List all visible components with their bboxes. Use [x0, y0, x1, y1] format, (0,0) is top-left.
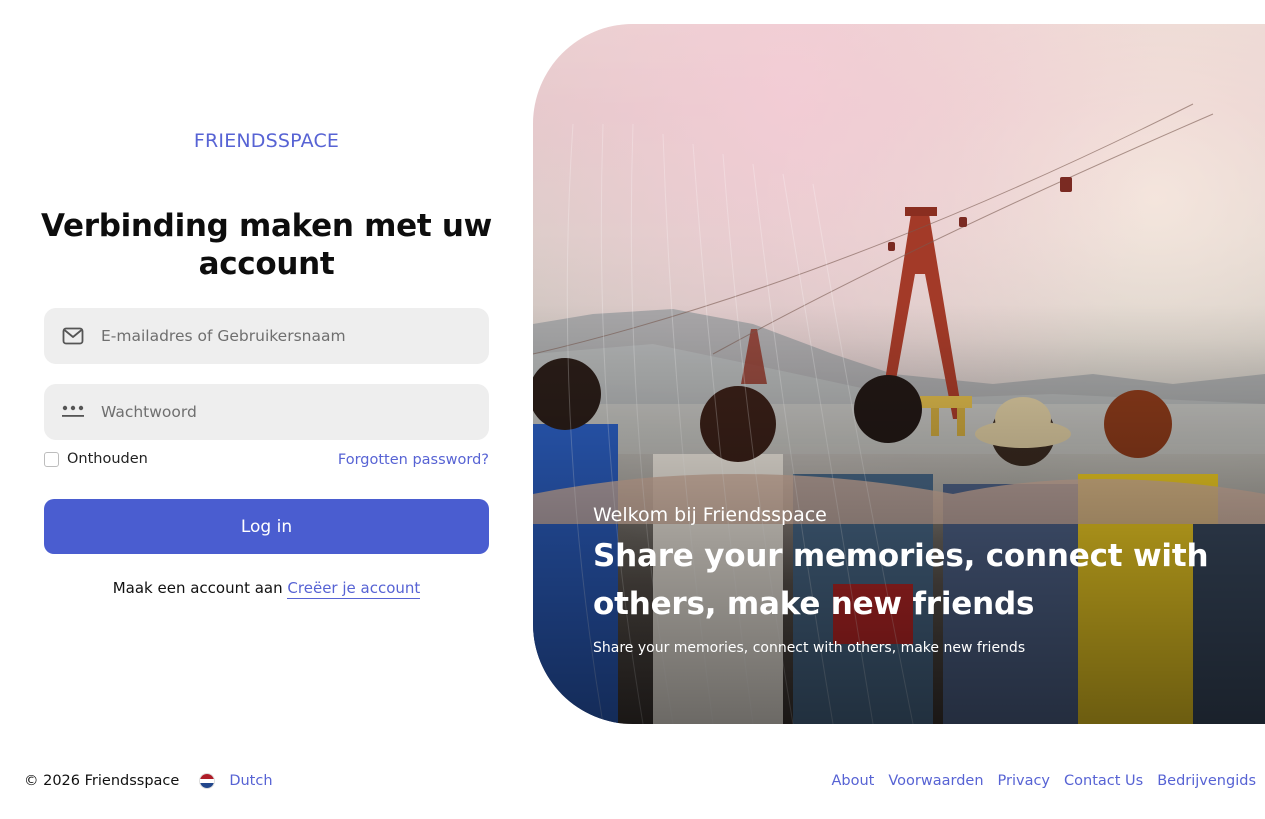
- signup-text: Maak een account aan: [112, 579, 283, 597]
- footer-link-privacy[interactable]: Privacy: [998, 773, 1051, 789]
- hero-image-panel: Welkom bij Friendsspace Share your memor…: [533, 24, 1265, 724]
- hero-title: Share your memories, connect with others…: [593, 538, 1209, 622]
- email-field-container: [44, 308, 489, 364]
- email-input[interactable]: [100, 308, 489, 364]
- create-account-link[interactable]: Creëer je account: [287, 579, 421, 599]
- login-button[interactable]: Log in: [44, 499, 489, 554]
- hero-text: Welkom bij Friendsspace Share your memor…: [593, 504, 1233, 656]
- password-field-container: [44, 384, 489, 440]
- footer-links: About Voorwaarden Privacy Contact Us Bed…: [817, 773, 1256, 789]
- forgot-password-link[interactable]: Forgotten password?: [338, 452, 489, 468]
- copyright-text: © 2026 Friendsspace: [24, 773, 180, 789]
- hero-subtitle: Share your memories, connect with others…: [593, 640, 1026, 656]
- page-title: Verbinding maken met uw account: [40, 208, 492, 282]
- footer-link-about[interactable]: About: [831, 773, 874, 789]
- envelope-icon: [44, 308, 100, 364]
- footer-link-contact-us[interactable]: Contact Us: [1064, 773, 1143, 789]
- remember-checkbox[interactable]: [44, 451, 59, 467]
- footer-link-voorwaarden[interactable]: Voorwaarden: [888, 773, 983, 789]
- remember-me: Onthouden: [44, 451, 148, 467]
- brand-logo[interactable]: FRIENDSSPACE: [44, 130, 489, 152]
- hero-welcome: Welkom bij Friendsspace: [593, 504, 827, 526]
- password-input[interactable]: [100, 384, 489, 440]
- remember-label[interactable]: Onthouden: [67, 451, 148, 467]
- netherlands-flag-icon: [199, 773, 216, 789]
- footer-left: © 2026 Friendsspace Dutch: [24, 773, 273, 789]
- signup-prompt: Maak een account aan Creëer je account: [44, 579, 489, 599]
- language-selector[interactable]: Dutch: [229, 773, 272, 789]
- password-dots-icon: [44, 384, 100, 440]
- footer-link-bedrijvengids[interactable]: Bedrijvengids: [1157, 773, 1256, 789]
